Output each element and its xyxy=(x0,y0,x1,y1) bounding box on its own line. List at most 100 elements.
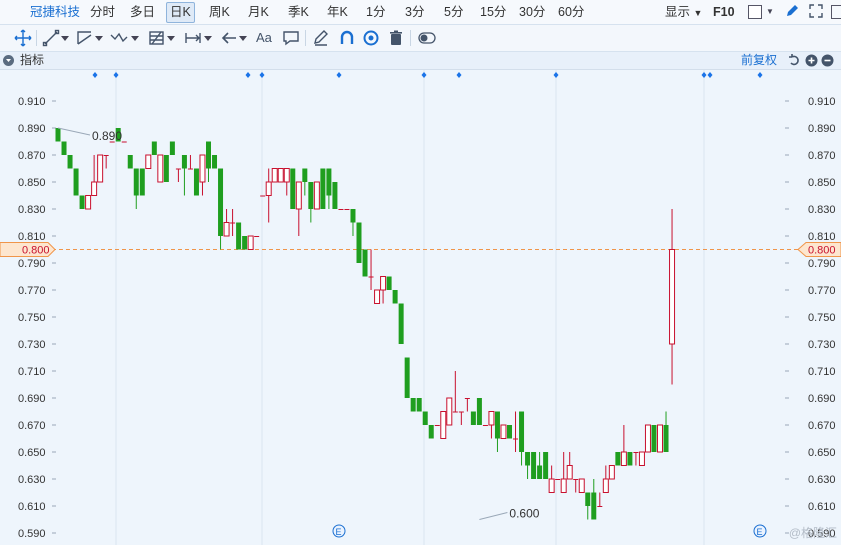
y-tick-label-right: 0.910 xyxy=(808,96,836,108)
chevron-down-icon[interactable] xyxy=(204,36,212,41)
candle-body-down xyxy=(121,141,127,143)
candle-body-down xyxy=(362,249,368,277)
display-menu[interactable]: 显示 ▼ xyxy=(665,0,702,24)
candle-body-down xyxy=(326,168,332,196)
period-intraday[interactable]: 分时 xyxy=(90,0,115,24)
pen-icon[interactable] xyxy=(784,3,800,22)
candle-body-up xyxy=(374,289,381,304)
arrow-left-icon[interactable] xyxy=(220,29,238,47)
candle-body-down xyxy=(308,182,314,209)
chevron-down-icon[interactable] xyxy=(61,36,69,41)
text-tool-icon[interactable]: Aa xyxy=(256,29,272,47)
candle-body-down xyxy=(507,425,512,439)
y-tick-label-right: 0.710 xyxy=(808,366,836,378)
zoom-out-icon[interactable] xyxy=(821,54,834,70)
period-1min[interactable]: 1分 xyxy=(366,0,385,24)
period-yearly-k[interactable]: 年K xyxy=(327,0,348,24)
y-tick-label-right: 0.850 xyxy=(808,177,836,189)
candle-body-down xyxy=(555,479,561,480)
chart-canvas[interactable]: 0.910 0.910 0.890 0.890 0.870 0.870 0.850 0.850… xyxy=(0,70,841,545)
y-tick-label-left: 0.650 xyxy=(18,447,46,459)
chevron-down-icon[interactable] xyxy=(95,36,103,41)
period-60min[interactable]: 60分 xyxy=(558,0,584,24)
fibonacci-tool-icon[interactable] xyxy=(148,29,166,47)
candle-body-down xyxy=(663,425,669,452)
indicator-label[interactable]: 指标 xyxy=(20,53,44,68)
event-marker xyxy=(707,72,713,78)
line-tool-icon[interactable] xyxy=(42,29,60,47)
y-tick-label-left: 0.750 xyxy=(18,312,46,324)
y-tick-label-left: 0.670 xyxy=(18,420,46,432)
undo-icon[interactable] xyxy=(788,54,801,70)
f10-button[interactable]: F10 xyxy=(713,0,735,24)
candle-body-down xyxy=(392,290,398,304)
range-tool-icon[interactable] xyxy=(184,29,202,47)
comment-icon[interactable] xyxy=(282,29,300,47)
annotation-label: 0.600 xyxy=(509,507,539,521)
annotation-leader xyxy=(479,512,508,520)
adjust-mode-label[interactable]: 前复权 xyxy=(741,53,777,68)
annotation-leader xyxy=(57,127,91,136)
period-daily-k[interactable]: 日K xyxy=(166,2,195,23)
candle-body-up xyxy=(277,168,284,183)
y-tick-label-right: 0.670 xyxy=(808,420,836,432)
candle-body-down xyxy=(470,411,476,425)
wave-tool-icon[interactable] xyxy=(110,29,128,47)
y-tick-label-right: 0.770 xyxy=(808,285,836,297)
candle-body-down xyxy=(458,411,464,413)
checkbox-icon[interactable] xyxy=(748,5,762,19)
period-3min[interactable]: 3分 xyxy=(405,0,424,24)
candle-body-up xyxy=(247,235,254,250)
annotation-label: 0.890 xyxy=(92,129,122,143)
event-badge-label: E xyxy=(336,527,342,537)
y-tick-label-left: 0.830 xyxy=(18,204,46,216)
candle-body-down xyxy=(494,411,500,439)
window-icon[interactable] xyxy=(831,5,841,19)
period-5min[interactable]: 5分 xyxy=(444,0,463,24)
candle-body-down xyxy=(350,209,356,223)
period-quarterly-k[interactable]: 季K xyxy=(288,0,309,24)
candle-body-up xyxy=(313,181,320,210)
chevron-down-icon[interactable] xyxy=(239,36,247,41)
crosshair-move-icon[interactable] xyxy=(14,29,32,47)
candle-body-up xyxy=(145,154,152,169)
candlestick-chart[interactable]: 0.910 0.910 0.890 0.890 0.870 0.870 0.850 0.850… xyxy=(0,70,841,545)
chevron-down-icon[interactable] xyxy=(131,36,139,41)
candle-body-down xyxy=(591,492,597,520)
stock-name[interactable]: 冠捷科技 xyxy=(30,0,80,24)
period-monthly-k[interactable]: 月K xyxy=(248,0,269,24)
chevron-down-icon[interactable]: ▼ xyxy=(766,7,774,16)
collapse-icon[interactable] xyxy=(3,55,14,66)
y-tick-label-left: 0.870 xyxy=(18,150,46,162)
magnet-icon[interactable] xyxy=(338,29,356,47)
candle-body-down xyxy=(543,452,549,479)
candle-body-up xyxy=(85,195,92,210)
candle-body-up xyxy=(644,424,651,453)
candle-body-down xyxy=(127,155,133,169)
candle-body-down xyxy=(513,438,519,440)
fullscreen-icon[interactable] xyxy=(808,3,824,22)
chevron-down-icon[interactable] xyxy=(167,36,175,41)
trash-icon[interactable] xyxy=(387,29,405,47)
zoom-in-icon[interactable] xyxy=(805,54,818,70)
candle-body-down xyxy=(212,155,218,169)
event-marker xyxy=(701,72,707,78)
eraser-pen-icon[interactable] xyxy=(312,29,330,47)
candle-body-up xyxy=(199,154,206,183)
candle-body-down xyxy=(386,276,392,290)
candle-body-down xyxy=(416,398,422,412)
period-weekly-k[interactable]: 周K xyxy=(209,0,230,24)
event-marker xyxy=(757,72,763,78)
candle-body-down xyxy=(254,236,260,237)
period-15min[interactable]: 15分 xyxy=(480,0,506,24)
candle-body-down xyxy=(585,492,591,506)
channel-tool-icon[interactable] xyxy=(76,29,94,47)
period-multiday[interactable]: 多日 xyxy=(130,0,155,24)
y-tick-label-left: 0.590 xyxy=(18,528,46,540)
event-marker xyxy=(259,72,265,78)
period-30min[interactable]: 30分 xyxy=(519,0,545,24)
candle-body-down xyxy=(531,452,537,479)
candle-body-down xyxy=(356,222,362,263)
toggle-icon[interactable] xyxy=(418,29,436,47)
eye-icon[interactable] xyxy=(362,29,380,47)
